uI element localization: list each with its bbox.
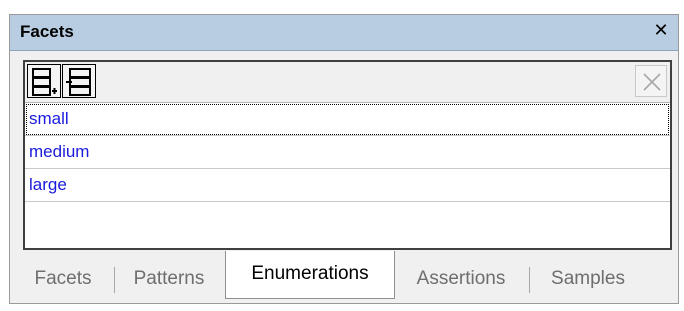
window-title: Facets	[20, 22, 74, 41]
enumerations-panel: small medium large	[23, 60, 672, 250]
close-icon[interactable]: ✕	[652, 21, 670, 41]
enumerations-toolbar	[25, 62, 670, 103]
tab-samples[interactable]: Samples	[536, 263, 640, 295]
enumeration-item[interactable]: small	[25, 103, 670, 136]
tab-assertions[interactable]: Assertions	[398, 263, 524, 295]
enumeration-list: small medium large	[25, 103, 670, 235]
tab-enumerations[interactable]: Enumerations	[225, 251, 395, 299]
facets-window: Facets ✕ small medium large Facets Patte…	[9, 14, 679, 304]
insert-enumeration-button[interactable]	[62, 64, 96, 98]
tab-facets[interactable]: Facets	[22, 263, 104, 295]
enumeration-item-empty[interactable]	[25, 202, 670, 235]
tab-bar: Facets Patterns Enumerations Assertions …	[10, 251, 678, 303]
tab-separator	[114, 267, 115, 293]
titlebar: Facets ✕	[10, 15, 678, 51]
append-enumeration-button[interactable]	[27, 64, 61, 98]
append-row-icon	[32, 68, 57, 96]
tab-separator	[529, 267, 530, 293]
enumeration-item[interactable]: large	[25, 169, 670, 202]
insert-row-icon	[66, 68, 91, 96]
delete-enumeration-button[interactable]	[635, 65, 667, 97]
tab-patterns[interactable]: Patterns	[120, 263, 218, 295]
delete-icon	[643, 73, 661, 91]
enumeration-item[interactable]: medium	[25, 136, 670, 169]
